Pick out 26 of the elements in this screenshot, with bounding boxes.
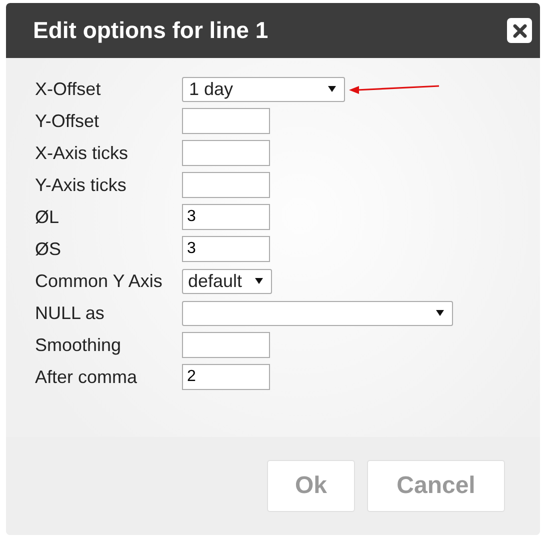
close-button[interactable]: [507, 18, 532, 43]
field-label: X-Axis ticks: [35, 142, 130, 164]
field-label: NULL as: [35, 302, 106, 324]
input-field[interactable]: [182, 140, 270, 166]
caret-icon: [255, 278, 263, 284]
field-label: X-Offset: [35, 78, 102, 100]
field-label: ØL: [35, 206, 60, 228]
dropdown[interactable]: [182, 300, 453, 326]
field-label: Y-Axis ticks: [35, 174, 128, 196]
close-icon: [512, 24, 526, 38]
dropdown[interactable]: 1 day: [182, 76, 345, 102]
input-field[interactable]: 2: [182, 364, 270, 390]
dialog-title: Edit options for line 1: [33, 17, 268, 44]
field-label: ØS: [35, 238, 62, 260]
input-field[interactable]: 3: [182, 236, 270, 262]
field-label: Y-Offset: [35, 110, 100, 132]
caret-icon: [328, 86, 336, 92]
field-label: Smoothing: [35, 334, 122, 356]
field-label: After comma: [35, 366, 138, 388]
input-field[interactable]: [182, 332, 270, 358]
input-field[interactable]: 3: [182, 204, 270, 230]
input-field[interactable]: [182, 108, 270, 134]
caret-icon: [436, 310, 444, 316]
input-field[interactable]: [182, 172, 270, 198]
field-label: Common Y Axis: [35, 270, 164, 292]
dropdown[interactable]: default: [182, 268, 272, 294]
